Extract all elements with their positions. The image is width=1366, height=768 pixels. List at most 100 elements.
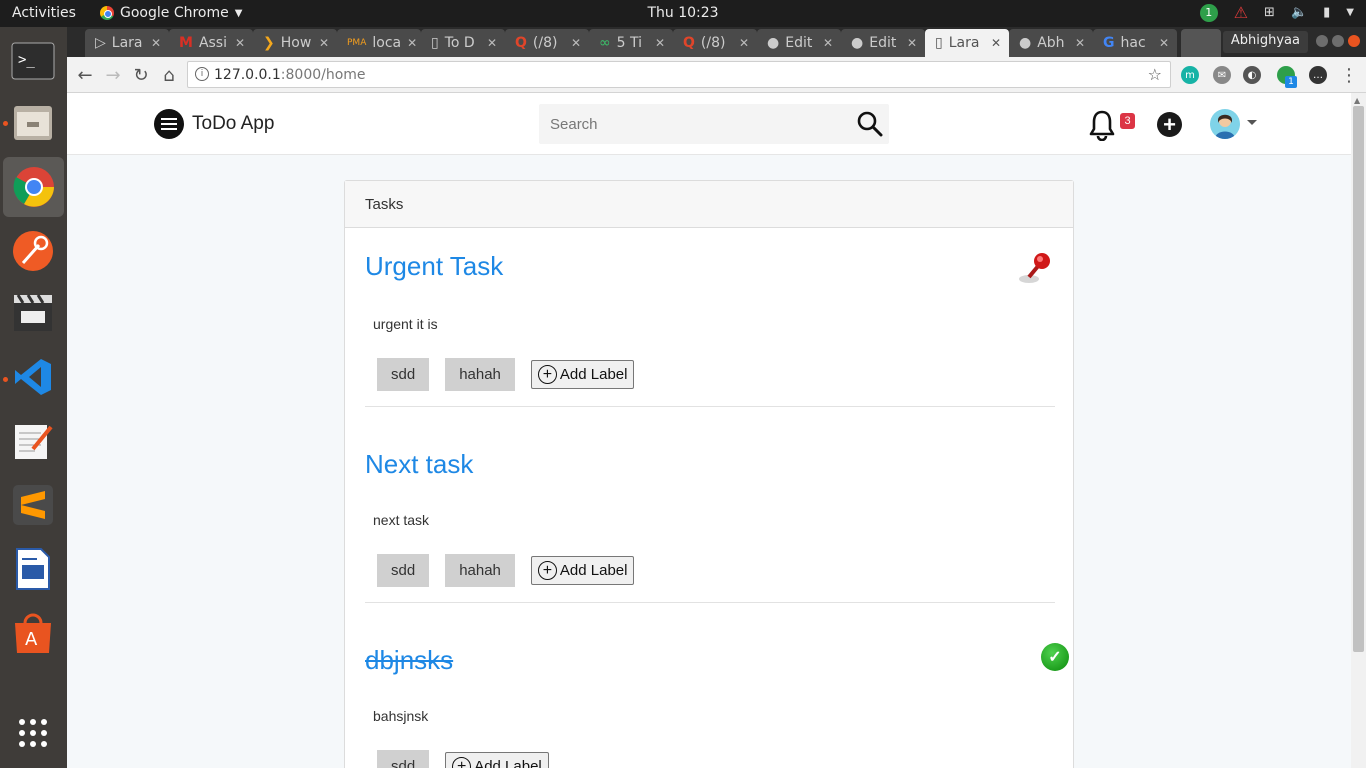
- label-list: sdd hahah + Add Label: [377, 554, 635, 587]
- close-icon[interactable]: ✕: [319, 36, 329, 50]
- extension-chat-icon[interactable]: …: [1309, 66, 1327, 84]
- label-chip[interactable]: hahah: [445, 358, 515, 391]
- tab[interactable]: ● Edit ✕: [757, 29, 841, 57]
- home-icon[interactable]: ⌂: [157, 63, 181, 87]
- search-icon[interactable]: [857, 111, 883, 137]
- chrome-icon: [100, 6, 114, 20]
- task-item: dbjnsks ✓ bahsjnsk sdd + Add Label: [365, 643, 1069, 768]
- sublime-icon[interactable]: [9, 481, 57, 529]
- files-icon[interactable]: [9, 99, 57, 147]
- page-favicon-icon: ▯: [431, 35, 439, 51]
- tab-active[interactable]: ▯ Lara ✕: [925, 29, 1009, 57]
- close-icon[interactable]: ✕: [571, 36, 581, 50]
- page-viewport: ToDo App 3 + Tasks Urgent Task urgent it…: [67, 93, 1351, 768]
- forward-icon[interactable]: →: [101, 63, 125, 87]
- close-icon[interactable]: ✕: [407, 36, 417, 50]
- app-grid-icon[interactable]: [9, 709, 57, 757]
- warning-icon[interactable]: ⚠: [1234, 3, 1248, 22]
- reload-icon[interactable]: ↻: [129, 63, 153, 87]
- video-editor-icon[interactable]: [9, 289, 57, 337]
- pin-icon[interactable]: [1015, 251, 1055, 287]
- tab[interactable]: ❯ How ✕: [253, 29, 337, 57]
- vscode-icon[interactable]: [9, 353, 57, 401]
- tab[interactable]: ● Abh ✕: [1009, 29, 1093, 57]
- tab[interactable]: ● Edit ✕: [841, 29, 925, 57]
- task-title[interactable]: dbjnsks: [365, 645, 1055, 676]
- add-task-button[interactable]: +: [1157, 112, 1182, 137]
- extension-bulb-icon[interactable]: ◐: [1243, 66, 1261, 84]
- postman-icon[interactable]: [9, 227, 57, 275]
- laravel-favicon-icon: ▷: [95, 35, 106, 51]
- completed-check-icon[interactable]: ✓: [1041, 643, 1069, 671]
- app-navbar: ToDo App 3 +: [67, 93, 1351, 155]
- close-icon[interactable]: ✕: [823, 36, 833, 50]
- tab[interactable]: Ghac ✕: [1093, 29, 1177, 57]
- chevron-down-icon[interactable]: ▼: [1346, 7, 1354, 18]
- text-editor-icon[interactable]: [9, 417, 57, 465]
- label-chip[interactable]: sdd: [377, 750, 430, 768]
- menu-icon[interactable]: ⋮: [1337, 63, 1361, 87]
- new-tab-button[interactable]: [1181, 29, 1221, 57]
- tab[interactable]: ∞ 5 Ti ✕: [589, 29, 673, 57]
- close-icon[interactable]: ✕: [739, 36, 749, 50]
- activities-button[interactable]: Activities: [12, 5, 76, 21]
- app-menu[interactable]: Google Chrome ▼: [100, 5, 242, 21]
- network-icon[interactable]: ⊞: [1264, 5, 1275, 20]
- close-icon[interactable]: ✕: [1075, 36, 1085, 50]
- label-chip[interactable]: hahah: [445, 554, 515, 587]
- svg-text:>_: >_: [18, 52, 35, 68]
- tab[interactable]: ▯ To D ✕: [421, 29, 505, 57]
- scrollbar-thumb[interactable]: [1353, 106, 1364, 652]
- update-notification-icon[interactable]: 1: [1199, 3, 1218, 22]
- phpmyadmin-favicon-icon: PMA: [347, 38, 367, 48]
- page-scrollbar[interactable]: ▲: [1351, 93, 1366, 768]
- site-favicon-icon: ❯: [263, 35, 275, 51]
- task-title[interactable]: Next task: [365, 449, 1055, 480]
- chevron-down-icon[interactable]: [1247, 120, 1257, 125]
- add-label-button[interactable]: + Add Label: [530, 556, 635, 585]
- close-icon[interactable]: ✕: [1159, 36, 1169, 50]
- tab[interactable]: ▷ Lara ✕: [85, 29, 169, 57]
- add-label-button[interactable]: + Add Label: [445, 752, 549, 768]
- extension-m-icon[interactable]: m: [1181, 66, 1199, 84]
- window-controls: [1316, 35, 1360, 47]
- tab[interactable]: M Assi ✕: [169, 29, 253, 57]
- avatar[interactable]: [1210, 109, 1240, 139]
- brand[interactable]: ToDo App: [192, 113, 274, 135]
- maximize-icon[interactable]: [1332, 35, 1344, 47]
- info-icon[interactable]: i: [195, 67, 209, 81]
- writer-icon[interactable]: [9, 545, 57, 593]
- task-title[interactable]: Urgent Task: [365, 251, 1055, 282]
- back-icon[interactable]: ←: [73, 63, 97, 87]
- chrome-icon[interactable]: [3, 157, 64, 217]
- minimize-icon[interactable]: [1316, 35, 1328, 47]
- label-chip[interactable]: sdd: [377, 358, 430, 391]
- extension-inbox-icon[interactable]: ✉: [1213, 66, 1231, 84]
- tab[interactable]: Q (/8) ✕: [505, 29, 589, 57]
- close-icon[interactable]: ✕: [991, 36, 1001, 50]
- close-icon[interactable]: ✕: [655, 36, 665, 50]
- app-menu-label: Google Chrome: [120, 5, 229, 21]
- hamburger-menu-icon[interactable]: [154, 109, 184, 139]
- github-favicon-icon: ●: [1019, 35, 1032, 51]
- close-window-icon[interactable]: [1348, 35, 1360, 47]
- software-center-icon[interactable]: A: [9, 609, 57, 657]
- close-icon[interactable]: ✕: [487, 36, 497, 50]
- close-icon[interactable]: ✕: [151, 36, 161, 50]
- bell-icon[interactable]: [1087, 109, 1117, 141]
- clock[interactable]: Thu 10:23: [647, 5, 718, 21]
- search-input[interactable]: [539, 104, 844, 144]
- add-label-button[interactable]: + Add Label: [530, 360, 635, 389]
- label-chip[interactable]: sdd: [377, 554, 430, 587]
- battery-icon[interactable]: ▮: [1323, 5, 1330, 20]
- terminal-icon[interactable]: >_: [9, 37, 57, 85]
- profile-chip[interactable]: Abhighyaa: [1222, 31, 1308, 53]
- close-icon[interactable]: ✕: [235, 36, 245, 50]
- close-icon[interactable]: ✕: [907, 36, 917, 50]
- star-icon[interactable]: ☆: [1148, 65, 1162, 84]
- volume-icon[interactable]: 🔈: [1291, 5, 1307, 20]
- address-bar[interactable]: i 127.0.0.1:8000/home ☆: [187, 61, 1171, 88]
- tab[interactable]: Q (/8) ✕: [673, 29, 757, 57]
- tab[interactable]: PMA loca ✕: [337, 29, 421, 57]
- scroll-up-icon[interactable]: ▲: [1354, 96, 1360, 105]
